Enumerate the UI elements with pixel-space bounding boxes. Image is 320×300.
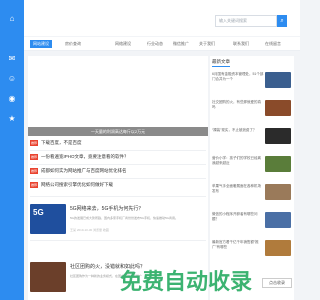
article-desc: 5G的发展已成大势所趋，国内多家手机厂商纷纷发布5G手机，快速推动5G商用。 [70, 216, 179, 220]
right-article-thumbnail[interactable] [265, 184, 291, 200]
divider [30, 150, 206, 151]
divider [30, 178, 206, 179]
divider [30, 196, 206, 197]
left-sidebar: ⌂ ✉ ☺ ◉ ★ [0, 0, 24, 300]
right-article-thumbnail[interactable] [265, 72, 291, 88]
watermark-text: 免费自动收录 [120, 269, 253, 294]
home-icon[interactable]: ⌂ [6, 14, 18, 24]
news-link[interactable]: 下载百度，不是百度 [41, 139, 82, 146]
recommend-tag: 推荐 [30, 182, 38, 188]
right-article-link[interactable]: 营价小学：孩子们的学校已经离我越来越近 [212, 156, 264, 165]
nav-item-0[interactable]: 网站建设 [30, 40, 52, 48]
nav-item-7[interactable]: 在线留言 [262, 40, 284, 48]
right-article-link[interactable]: 社交团购的火，有些那就爱的真吗 [212, 100, 264, 109]
search-input[interactable]: 输入关键词搜索 [215, 15, 277, 27]
divider [30, 164, 206, 165]
nav-item-2[interactable]: 网络建设 [112, 40, 134, 48]
right-panel [210, 56, 294, 300]
right-article-link[interactable]: 苹果气手全面奢展面在各种机场发布 [212, 184, 264, 193]
chat-icon[interactable]: ✉ [6, 54, 18, 64]
watermark-badge[interactable]: 点击收录 [262, 278, 292, 288]
weibo-icon[interactable]: ◉ [6, 94, 18, 104]
nav-item-6[interactable]: 联系我们 [230, 40, 252, 48]
right-article-thumbnail[interactable] [265, 128, 291, 144]
right-article-link[interactable]: 最新官方看千亿千年销售额“推广”有哪些 [212, 240, 264, 249]
divider [30, 240, 206, 241]
news-link[interactable]: 网络公司搜索引擎优化如何做好下载 [41, 181, 113, 188]
right-article-link[interactable]: “裸装”现实，不止被浪费了？ [212, 128, 264, 133]
star-icon[interactable]: ★ [6, 114, 18, 124]
right-article-thumbnail[interactable] [265, 100, 291, 116]
right-article-thumbnail[interactable] [265, 156, 291, 172]
wechat-icon[interactable]: ☺ [6, 74, 18, 84]
nav-item-5[interactable]: 关于我们 [196, 40, 218, 48]
right-article-link[interactable]: 6月国有金融资本管理处，51个部门合并为一个 [212, 72, 264, 81]
article-title[interactable]: 5G网络来去，5G手机为何先行？ [70, 206, 143, 213]
news-link[interactable]: 成都如何实为网站推广与百度网站优化排名 [41, 167, 127, 174]
nav-item-4[interactable]: 微信推广 [170, 40, 192, 48]
right-article-link[interactable]: 微信的小程序开辟者有哪些问题？ [212, 212, 264, 221]
right-article-thumbnail[interactable] [265, 212, 291, 228]
recommend-tag: 推荐 [30, 154, 38, 160]
right-article-thumbnail[interactable] [265, 240, 291, 256]
article-thumbnail[interactable] [30, 262, 66, 292]
search-icon[interactable]: ⌕ [277, 15, 287, 27]
recommend-tag: 推荐 [30, 140, 38, 146]
banner-image[interactable] [28, 56, 208, 136]
nav-item-1[interactable]: 房价查询 [62, 40, 84, 48]
nav-item-3[interactable]: 行业动态 [144, 40, 166, 48]
right-heading: 最新文章 [212, 59, 230, 64]
heading-underline [212, 66, 230, 67]
article-thumbnail[interactable]: 5G [30, 204, 66, 234]
recommend-tag: 推荐 [30, 168, 38, 174]
news-link[interactable]: 一份看遍宽IPHO文章，竟要注意看的软件？ [41, 153, 129, 160]
banner-caption: 一天量的利润高达每斤以2万元 [28, 127, 208, 136]
thumb-5g-label: 5G [33, 208, 44, 217]
article-meta: 王某 2019-10-30 浏览量 收藏 [70, 228, 109, 232]
